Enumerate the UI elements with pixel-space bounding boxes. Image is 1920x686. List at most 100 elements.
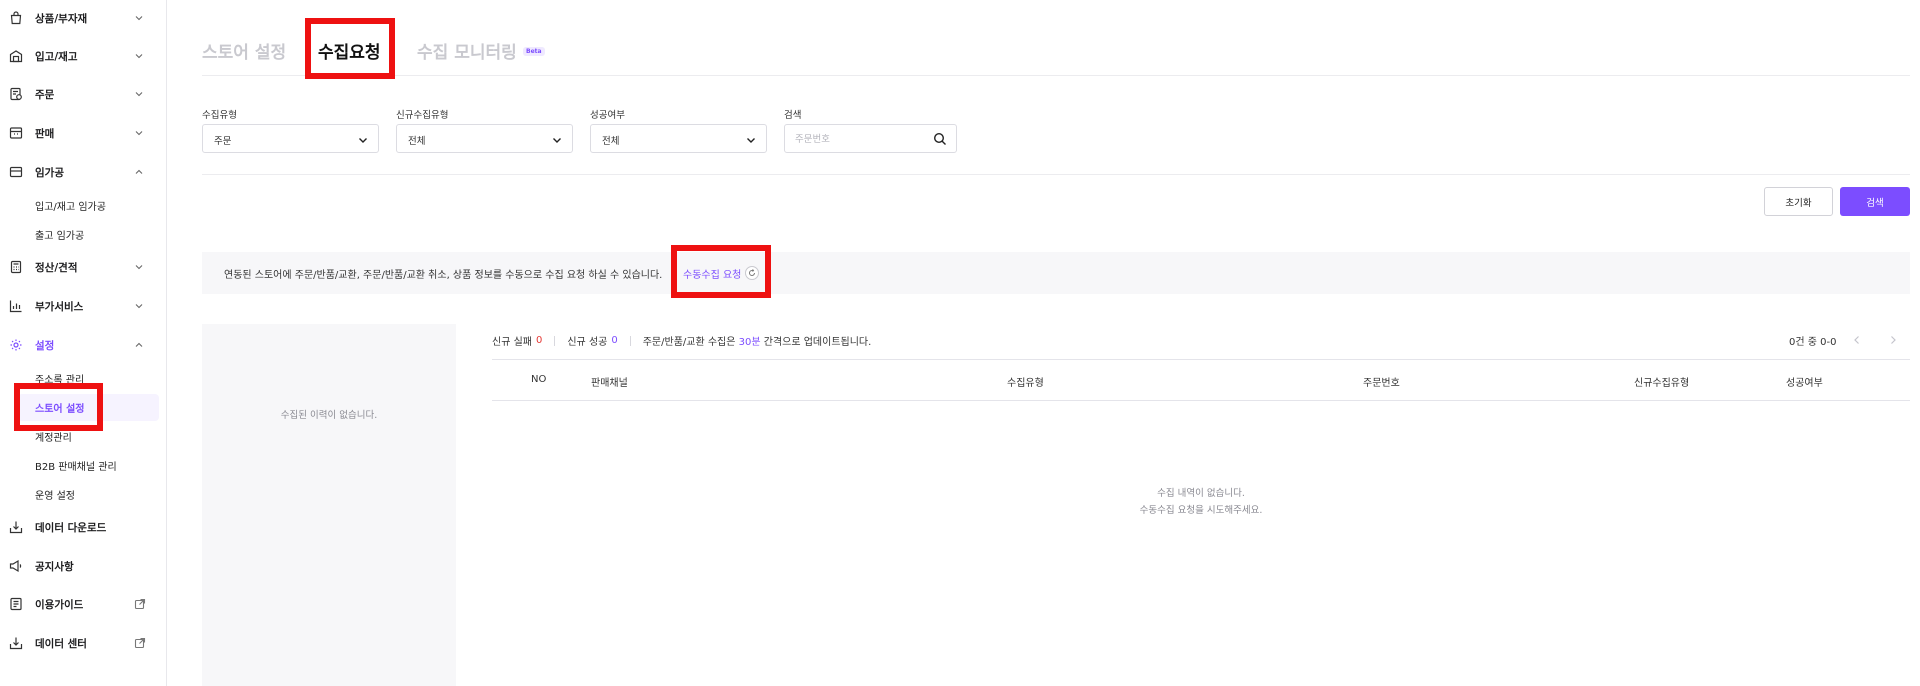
new-collect-type-label: 신규수집유형 — [396, 110, 449, 121]
select-value: 주문 — [214, 136, 232, 147]
collect-stats: 신규 실패 0 신규 성공 0 주문/반품/교환 수집은 30분 간격으로 업데… — [492, 333, 871, 348]
chevron-down-icon — [135, 304, 143, 309]
divider — [554, 335, 556, 346]
sidebar-item-label: 주문 — [35, 89, 55, 101]
sidebar-item-label: 데이터 센터 — [35, 638, 87, 650]
column-header-order-number: 주문번호 — [1363, 378, 1400, 389]
sidebar-item-label: 정산/견적 — [35, 262, 78, 274]
table-empty-text: 수집 내역이 없습니다. — [1157, 488, 1245, 499]
data-center-icon — [9, 637, 23, 650]
chevron-down-icon — [135, 131, 143, 136]
new-fail-count: 0 — [535, 335, 543, 346]
sub-item-outbound-processing[interactable]: 출고 임가공 — [35, 224, 84, 244]
interval-value: 30분 — [738, 337, 761, 348]
order-icon — [10, 87, 22, 101]
sidebar-item-label: 상품/부자재 — [35, 13, 88, 25]
filter-divider — [202, 174, 1910, 175]
sidebar: 상품/부자재 입고/재고 주문 판매 임가공 입고/재고 임가공 출고 임가공 … — [0, 0, 167, 686]
history-empty-text: 수집된 이력이 없습니다. — [280, 410, 378, 421]
sidebar-item-guide[interactable]: 이용가이드 — [0, 592, 166, 616]
search-label: 검색 — [784, 110, 802, 121]
new-success-count: 0 — [611, 335, 618, 346]
next-page-icon[interactable] — [1887, 334, 1899, 346]
guide-icon — [10, 597, 22, 611]
sub-item-inbound-processing[interactable]: 입고/재고 임가공 — [35, 195, 106, 215]
tab-store-settings[interactable]: 스토어 설정 — [202, 38, 286, 63]
search-input[interactable] — [795, 131, 925, 147]
search-field — [784, 124, 957, 153]
sidebar-item-inventory[interactable]: 입고/재고 — [0, 44, 166, 68]
sales-icon — [9, 127, 23, 139]
package-icon — [9, 166, 23, 178]
sidebar-item-orders[interactable]: 주문 — [0, 82, 166, 106]
sidebar-item-sales[interactable]: 판매 — [0, 121, 166, 145]
sub-item-account[interactable]: 계정관리 — [35, 426, 72, 446]
manual-collect-label: 수동수집 요청 — [683, 269, 742, 281]
select-value: 전체 — [602, 136, 620, 147]
sidebar-item-label: 데이터 다운로드 — [35, 522, 107, 534]
sidebar-item-label: 임가공 — [35, 167, 64, 179]
new-fail-label: 신규 실패 — [492, 337, 532, 348]
calculator-icon — [10, 260, 22, 274]
sub-item-store-settings[interactable]: 스토어 설정 — [35, 397, 84, 417]
tab-collect-request[interactable]: 수집요청 — [318, 38, 381, 63]
new-collect-type-select[interactable]: 전체 — [396, 124, 573, 153]
beta-badge: Beta — [523, 47, 545, 56]
manual-collect-request-button[interactable]: 수동수집 요청 — [683, 264, 760, 282]
sidebar-item-label: 부가서비스 — [35, 301, 84, 313]
sidebar-item-processing[interactable]: 임가공 — [0, 160, 166, 184]
history-panel: 수집된 이력이 없습니다. — [202, 324, 456, 686]
column-header-success: 성공여부 — [1786, 378, 1823, 389]
sidebar-item-products[interactable]: 상품/부자재 — [0, 6, 166, 30]
sidebar-item-settlement[interactable]: 정산/견적 — [0, 255, 166, 279]
table-empty-hint: 수동수집 요청을 시도해주세요. — [1139, 505, 1263, 516]
column-header-channel: 판매채널 — [591, 378, 628, 389]
chevron-up-icon — [135, 169, 143, 174]
sidebar-item-notices[interactable]: 공지사항 — [0, 554, 166, 578]
sidebar-item-data-download[interactable]: 데이터 다운로드 — [0, 515, 166, 539]
sub-item-address-book[interactable]: 주소록 관리 — [35, 368, 84, 388]
sub-item-b2b-channels[interactable]: B2B 판매채널 관리 — [35, 455, 117, 475]
refresh-icon — [745, 266, 760, 280]
sidebar-item-addons[interactable]: 부가서비스 — [0, 294, 166, 318]
success-label: 성공여부 — [590, 110, 625, 121]
search-icon[interactable] — [933, 132, 947, 146]
sidebar-item-data-center[interactable]: 데이터 센터 — [0, 631, 166, 655]
select-value: 전체 — [408, 136, 426, 147]
bag-icon — [10, 11, 22, 25]
tab-divider — [202, 75, 1910, 76]
prev-page-icon[interactable] — [1851, 334, 1863, 346]
interval-prefix: 주문/반품/교환 수집은 — [642, 337, 736, 348]
warehouse-icon — [9, 50, 23, 63]
table-header-top-border — [492, 359, 1910, 360]
chevron-down-icon — [747, 138, 755, 143]
search-button[interactable]: 검색 — [1840, 187, 1910, 216]
column-header-new-collect-type: 신규수집유형 — [1634, 378, 1690, 389]
interval-suffix: 간격으로 업데이트됩니다. — [763, 337, 872, 348]
chevron-down-icon — [359, 138, 367, 143]
sub-item-operation-settings[interactable]: 운영 설정 — [35, 484, 75, 504]
new-success-label: 신규 성공 — [567, 337, 608, 348]
sidebar-item-label: 설정 — [35, 340, 55, 352]
success-select[interactable]: 전체 — [590, 124, 767, 153]
table-header-bottom-border — [492, 400, 1910, 401]
megaphone-icon — [9, 559, 22, 573]
chevron-down-icon — [135, 16, 143, 21]
sidebar-item-label: 입고/재고 — [35, 51, 78, 63]
external-link-icon — [134, 598, 146, 610]
chevron-down-icon — [135, 92, 143, 97]
chevron-down-icon — [135, 54, 143, 59]
sidebar-item-label: 이용가이드 — [35, 599, 84, 611]
column-header-collect-type: 수집유형 — [1007, 378, 1044, 389]
sidebar-item-label: 공지사항 — [35, 561, 74, 573]
info-text: 연동된 스토어에 주문/반품/교환, 주문/반품/교환 취소, 상품 정보를 수… — [224, 270, 663, 281]
reset-button[interactable]: 초기화 — [1764, 187, 1833, 216]
info-bar: 연동된 스토어에 주문/반품/교환, 주문/반품/교환 취소, 상품 정보를 수… — [202, 252, 1910, 294]
external-link-icon — [134, 637, 146, 649]
sidebar-item-settings[interactable]: 설정 — [0, 333, 166, 357]
tab-collect-monitoring[interactable]: 수집 모니터링 — [417, 38, 517, 63]
chevron-down-icon — [135, 265, 143, 270]
collect-type-select[interactable]: 주문 — [202, 124, 379, 153]
gear-icon — [10, 339, 22, 351]
sidebar-item-label: 판매 — [35, 128, 55, 140]
